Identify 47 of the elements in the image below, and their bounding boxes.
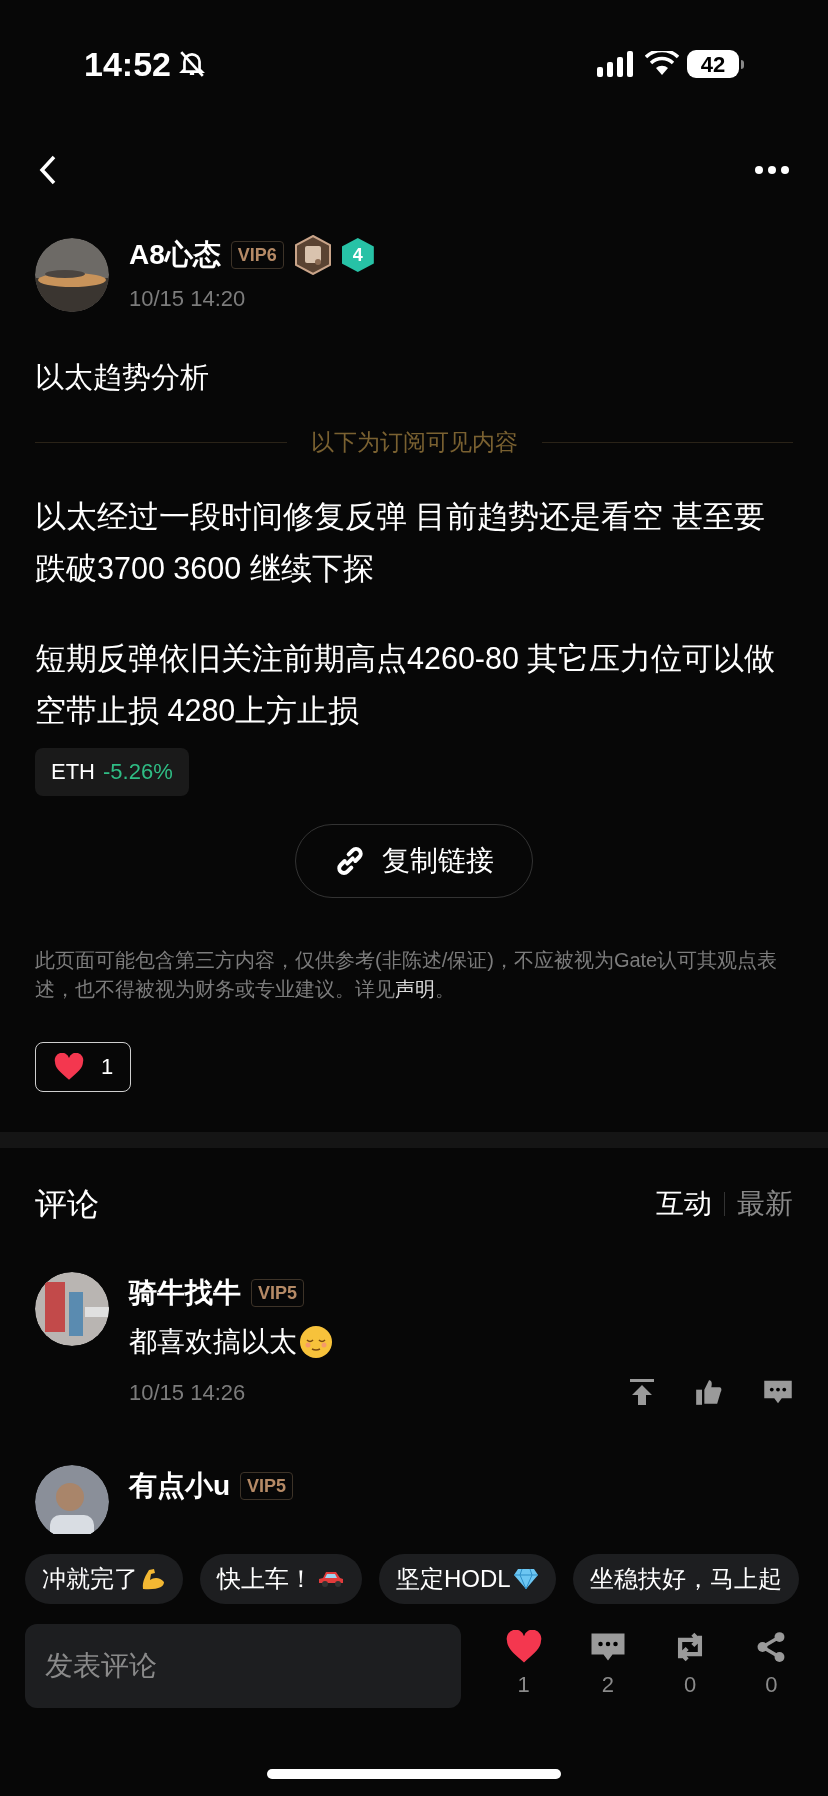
quick-reply-chip[interactable]: 坚定HODL [379,1553,556,1604]
author-name[interactable]: A8心态 [129,234,221,276]
muted-bell-icon [178,50,205,78]
scroll-badge-icon [293,235,332,275]
disclaimer-text: 此页面可能包含第三方内容，仅供参考(非陈述/保证)，不应被视为Gate认可其观点表述，也不得被视为财务或专业建议。详见声明。 [35,947,779,1002]
comment-author[interactable]: 有点小u [129,1464,231,1507]
thumbs-up-icon[interactable] [695,1378,723,1406]
comment-author[interactable]: 骑牛找牛 [129,1271,241,1314]
pin-to-top-icon[interactable] [629,1378,655,1406]
quick-reply-chip[interactable]: 冲就完了 [25,1553,183,1604]
smiling-face-icon [299,1324,333,1359]
gem-icon [512,1567,539,1590]
vip-tag: VIP5 [240,1471,294,1500]
vip-tag: VIP6 [230,241,284,269]
battery-icon: 42 [687,50,739,78]
subscription-divider-label: 以下为订阅可见内容 [310,428,518,457]
action-count: 1 [517,1671,530,1699]
wifi-icon [645,51,679,77]
back-icon[interactable] [38,154,58,186]
post-paragraph: 短期反弹依旧关注前期高点4260-80 其它压力位可以做空带止损 4280上方止损 [35,639,777,729]
post-title: 以太趋势分析 [35,360,210,395]
quick-reply-chip[interactable]: 坐稳扶好，马上起 [572,1553,799,1604]
more-icon[interactable] [754,165,790,175]
flexed-arm-icon [140,1566,166,1591]
vip-tag: VIP5 [251,1278,305,1307]
comment-time: 10/15 14:26 [129,1378,246,1407]
status-time: 14:52 [84,43,171,85]
action-count: 0 [684,1671,697,1699]
action-count: 2 [601,1671,614,1699]
ticker-chip[interactable]: ETH -5.26% [35,747,189,796]
ticker-symbol: ETH [51,758,95,786]
level-badge: 4 [341,238,374,272]
sort-tab[interactable]: 最新 [737,1182,793,1225]
like-button[interactable]: 1 [35,1041,131,1092]
sort-tab[interactable]: 互动 [656,1182,712,1225]
comment-input[interactable]: 发表评论 [25,1623,461,1708]
comments-heading: 评论 [35,1184,99,1224]
link-icon [334,844,366,877]
reply-icon[interactable] [763,1378,793,1406]
comment-text: 都喜欢搞以太 [129,1317,793,1366]
post-paragraph: 以太经过一段时间修复反弹 目前趋势还是看空 甚至要跌破3700 3600 继续下探 [35,497,766,587]
action-count: 0 [765,1671,778,1699]
quick-reply-chip[interactable]: 快上车！ [200,1553,362,1604]
heart-icon [52,1052,85,1081]
post-time: 10/15 14:20 [129,285,247,313]
ticker-change: -5.26% [103,758,173,786]
statement-link[interactable]: 声明 [395,977,435,1000]
